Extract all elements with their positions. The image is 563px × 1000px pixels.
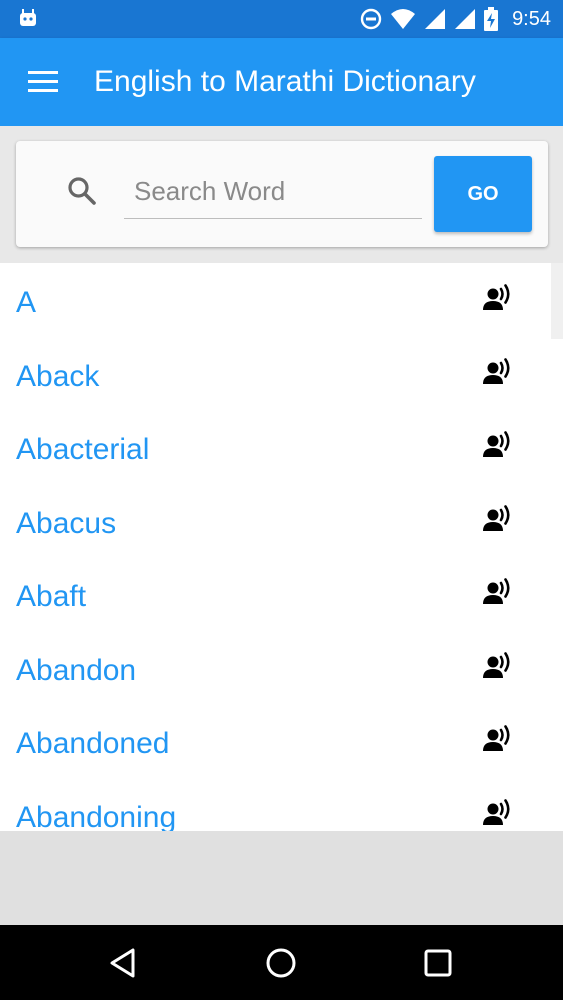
search-card: GO xyxy=(16,141,548,247)
status-icons: 9:54 xyxy=(360,0,551,38)
word-list: A Aback Abacterial Abacus Abaft Abandon Abando… xyxy=(0,263,563,831)
home-icon xyxy=(266,948,296,978)
search-area: GO xyxy=(0,126,563,263)
word-label: Abandoned xyxy=(16,727,170,760)
word-list-item[interactable]: Abacus xyxy=(0,484,563,558)
search-input[interactable] xyxy=(124,165,422,219)
word-list-item[interactable]: Abandon xyxy=(0,631,563,705)
hamburger-menu-icon xyxy=(28,71,58,92)
word-label: A xyxy=(16,286,37,319)
word-list-item[interactable]: Abandoning xyxy=(0,778,563,832)
word-label: Abacus xyxy=(16,506,117,540)
app-bar: English to Marathi Dictionary xyxy=(0,38,563,126)
record-voice-icon[interactable] xyxy=(482,651,514,683)
word-list-item[interactable]: A xyxy=(0,263,563,337)
word-label: Abaft xyxy=(16,580,87,613)
word-label: Abandoning xyxy=(16,800,177,832)
record-voice-icon[interactable] xyxy=(482,724,514,756)
recents-button[interactable] xyxy=(420,945,456,981)
go-button[interactable]: GO xyxy=(434,156,532,232)
record-voice-icon[interactable] xyxy=(482,798,514,830)
record-voice-icon[interactable] xyxy=(482,283,514,315)
word-list-item[interactable]: Abandoned xyxy=(0,704,563,778)
battery-charging-icon xyxy=(484,7,499,31)
status-time: 9:54 xyxy=(512,7,551,30)
back-icon xyxy=(110,948,135,978)
dnd-icon xyxy=(360,8,382,30)
wifi-icon xyxy=(391,9,416,29)
cell-signal-icon xyxy=(455,9,476,29)
android-icon xyxy=(20,9,36,26)
word-list-item[interactable]: Abaft xyxy=(0,557,563,631)
record-voice-icon[interactable] xyxy=(482,577,514,609)
home-button[interactable] xyxy=(263,945,299,981)
record-voice-icon[interactable] xyxy=(482,504,514,536)
record-voice-icon[interactable] xyxy=(482,430,514,462)
navigation-bar xyxy=(0,925,563,1000)
recents-icon xyxy=(424,949,452,977)
scrollbar-thumb[interactable] xyxy=(551,263,563,339)
back-button[interactable] xyxy=(106,945,142,981)
app-title: English to Marathi Dictionary xyxy=(94,65,476,98)
word-label: Abacterial xyxy=(16,433,150,466)
menu-button[interactable] xyxy=(22,64,62,100)
word-label: Aback xyxy=(16,359,100,393)
empty-area xyxy=(0,831,563,925)
search-icon xyxy=(68,177,96,205)
record-voice-icon[interactable] xyxy=(482,357,514,389)
status-bar: 9:54 xyxy=(0,0,563,38)
cell-signal-icon xyxy=(425,9,446,29)
word-list-item[interactable]: Abacterial xyxy=(0,410,563,484)
word-list-item[interactable]: Aback xyxy=(0,337,563,411)
word-label: Abandon xyxy=(16,653,137,687)
